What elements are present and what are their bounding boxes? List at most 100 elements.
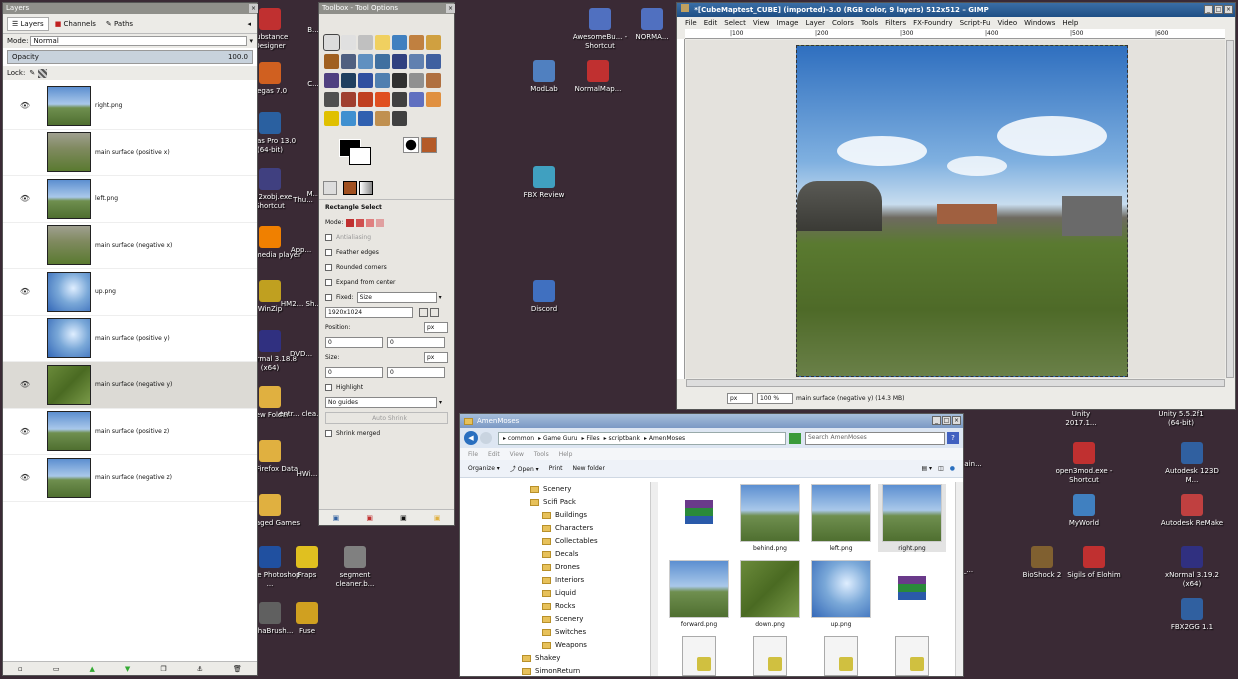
eye-icon[interactable]: 👁 xyxy=(3,427,47,436)
folder-icon[interactable]: ▭ xyxy=(53,665,60,673)
breadcrumb[interactable]: ▸ common ▸ Game Guru ▸ Files ▸ scriptbank ▸ … xyxy=(498,431,786,445)
mode-select[interactable]: Normal xyxy=(30,36,248,46)
tab-layers[interactable]: ☰ Layers xyxy=(7,16,49,31)
unit-select[interactable]: px xyxy=(727,392,753,404)
tab-menu-icon[interactable]: ◂ xyxy=(247,20,251,28)
tool-icon[interactable] xyxy=(375,111,390,126)
tree-item[interactable]: Interiors xyxy=(530,574,656,587)
layer-row[interactable]: 👁 left.png xyxy=(3,176,257,223)
eye-icon[interactable]: 👁 xyxy=(3,194,47,203)
search-icon[interactable]: ? xyxy=(947,432,959,444)
eye-icon[interactable]: 👁 xyxy=(3,101,47,110)
tool-icon[interactable] xyxy=(409,73,424,88)
breadcrumb-item[interactable]: ▸ Game Guru xyxy=(538,435,577,442)
canvas-area[interactable] xyxy=(686,40,1225,378)
tool-icon[interactable] xyxy=(324,92,339,107)
menu-item[interactable]: FX-Foundry xyxy=(913,19,952,27)
mode-intersect-icon[interactable] xyxy=(376,218,385,227)
lower-icon[interactable]: ▼ xyxy=(125,665,130,673)
v-scrollbar[interactable] xyxy=(1226,40,1234,378)
layer-row[interactable]: 👁 right.png xyxy=(3,83,257,130)
file-item[interactable]: up.png xyxy=(807,560,875,628)
tree-item[interactable]: Collectables xyxy=(530,535,656,548)
new-folder-button[interactable]: New folder xyxy=(573,465,605,472)
menu-item[interactable]: File xyxy=(468,451,478,458)
maximize-button[interactable]: □ xyxy=(942,416,951,425)
tool-icon[interactable] xyxy=(409,35,424,50)
tree-item[interactable]: Shakey xyxy=(522,652,656,665)
chevron-down-icon[interactable]: ▾ xyxy=(249,37,253,45)
breadcrumb-item[interactable]: ▸ scriptbank xyxy=(604,435,640,442)
menu-item[interactable]: Edit xyxy=(488,451,500,458)
tool-icon[interactable] xyxy=(324,111,339,126)
tool-icon[interactable] xyxy=(341,111,356,126)
tab-paths[interactable]: ✎ Paths xyxy=(102,18,137,30)
organize-button[interactable]: Organize ▾ xyxy=(468,465,500,472)
save-preset-icon[interactable]: ▣ xyxy=(333,514,340,522)
guides-select[interactable]: No guides xyxy=(325,397,437,408)
tool-icon[interactable] xyxy=(375,35,390,50)
tool-icon[interactable] xyxy=(375,73,390,88)
tool-icon[interactable] xyxy=(409,92,424,107)
tree-item[interactable]: Switches xyxy=(530,626,656,639)
minimize-button[interactable]: _ xyxy=(932,416,941,425)
desktop-icon[interactable]: Sigils of Elohim xyxy=(1062,546,1126,580)
menu-item[interactable]: Windows xyxy=(1024,19,1055,27)
delete-icon[interactable]: 🗑 xyxy=(233,665,242,673)
tool-icon[interactable] xyxy=(341,92,356,107)
pattern-thumb[interactable] xyxy=(343,181,357,195)
toolbox-close-icon[interactable]: × xyxy=(446,4,455,13)
position-x-input[interactable]: 0 xyxy=(325,337,383,348)
position-y-input[interactable]: 0 xyxy=(387,337,445,348)
file-item[interactable] xyxy=(878,636,946,676)
antialiasing-check[interactable]: Antialiasing xyxy=(319,230,454,245)
layer-row[interactable]: 👁 main surface (negative z) xyxy=(3,455,257,502)
tree-item[interactable]: Rocks xyxy=(530,600,656,613)
desktop-icon[interactable]: NORMA... xyxy=(620,8,684,42)
menu-item[interactable]: Edit xyxy=(704,19,718,27)
file-item[interactable] xyxy=(807,636,875,676)
fixed-select[interactable]: Size xyxy=(356,292,437,303)
tool-preset-icon[interactable] xyxy=(323,181,337,195)
chevron-down-icon[interactable]: ▾ xyxy=(439,395,442,410)
reset-icon[interactable]: ▣ xyxy=(434,514,441,522)
gradient-thumb[interactable] xyxy=(359,181,373,195)
tool-icon[interactable] xyxy=(392,73,407,88)
panel-close-icon[interactable]: × xyxy=(249,4,258,13)
tree-item[interactable]: Scenery xyxy=(530,483,656,496)
layer-row[interactable]: 👁 up.png xyxy=(3,269,257,316)
menu-item[interactable]: View xyxy=(753,19,770,27)
chevron-down-icon[interactable]: ▾ xyxy=(439,290,442,305)
desktop-icon[interactable]: xNormal 3.19.2 (x64) xyxy=(1160,546,1224,589)
layer-row[interactable]: main surface (negative x) xyxy=(3,222,257,269)
view-options-icon[interactable]: ▤ ▾ xyxy=(921,465,932,472)
tree-item[interactable]: Buildings xyxy=(530,509,656,522)
shrink-merged-check[interactable]: Shrink merged xyxy=(319,426,454,441)
brush-swatch[interactable] xyxy=(403,137,419,153)
menu-item[interactable]: Layer xyxy=(805,19,825,27)
layer-row[interactable]: main surface (positive x) xyxy=(3,129,257,176)
file-item[interactable]: right.png xyxy=(878,484,946,552)
desktop-icon[interactable]: Discord xyxy=(512,280,576,314)
new-layer-icon[interactable]: ▫ xyxy=(18,665,23,673)
menu-item[interactable]: Help xyxy=(559,451,573,458)
tool-icon[interactable] xyxy=(323,34,340,51)
tree-item[interactable]: Decals xyxy=(530,548,656,561)
maximize-button[interactable]: □ xyxy=(1214,5,1223,14)
tool-icon[interactable] xyxy=(358,111,373,126)
tool-icon[interactable] xyxy=(426,54,441,69)
desktop-icon-partial[interactable]: Unity 5.5.2f1 (64-bit) xyxy=(1156,410,1206,428)
file-item[interactable] xyxy=(736,636,804,676)
tool-icon[interactable] xyxy=(358,73,373,88)
close-button[interactable]: × xyxy=(1224,5,1233,14)
menu-item[interactable]: Video xyxy=(997,19,1017,27)
tool-icon[interactable] xyxy=(392,111,407,126)
tool-icon[interactable] xyxy=(392,54,407,69)
tree-item[interactable]: Weapons xyxy=(530,639,656,652)
desktop-icon[interactable]: Fuse xyxy=(275,602,339,636)
breadcrumb-item[interactable]: ▸ AmenMoses xyxy=(644,435,685,442)
fixed-size-input[interactable]: 1920x1024 xyxy=(325,307,413,318)
preview-pane-icon[interactable]: ◫ xyxy=(938,465,944,472)
pattern-swatch[interactable] xyxy=(421,137,437,153)
file-item[interactable]: imagesFixed.7z xyxy=(665,484,733,568)
